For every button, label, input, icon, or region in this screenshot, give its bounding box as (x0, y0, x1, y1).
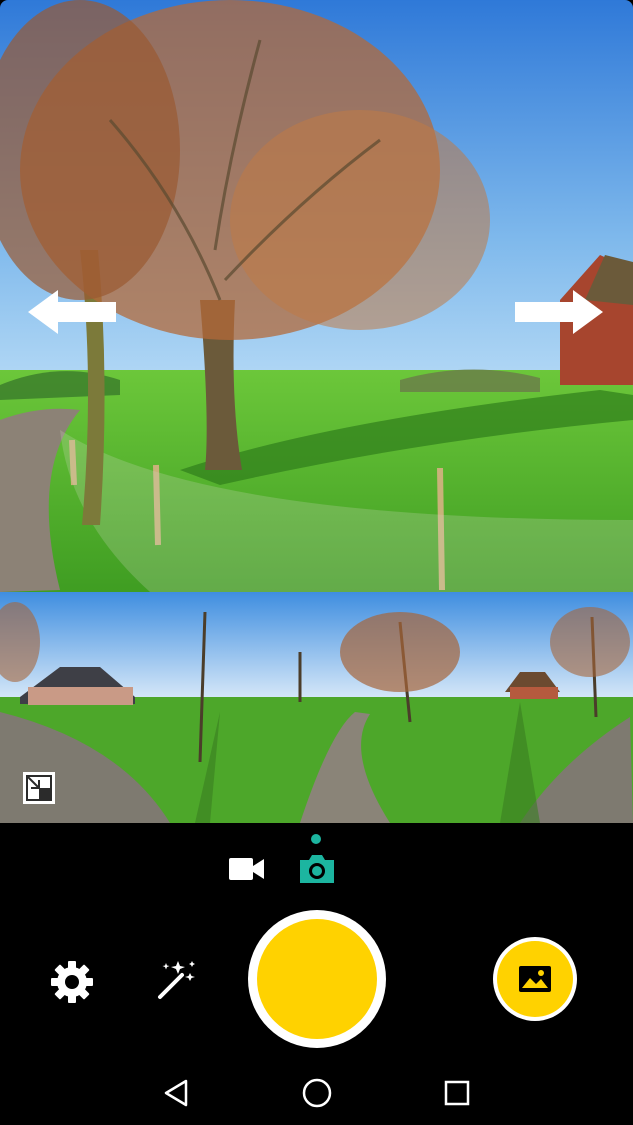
panorama-preview[interactable] (0, 592, 633, 823)
video-camera-icon (229, 858, 264, 880)
expand-icon (23, 772, 55, 804)
image-icon (519, 966, 551, 992)
back-triangle-icon (164, 1079, 188, 1107)
nav-recents-button[interactable] (437, 1073, 477, 1113)
gallery-button-fill (497, 941, 573, 1017)
effects-button[interactable] (152, 955, 200, 1003)
expand-button[interactable] (22, 771, 56, 805)
shutter-button[interactable] (248, 910, 386, 1048)
gallery-button[interactable] (493, 937, 577, 1021)
recents-square-icon (444, 1080, 470, 1106)
arrow-left-icon (28, 290, 116, 334)
panorama-scene (0, 592, 633, 823)
pan-left-arrow[interactable] (28, 288, 116, 336)
photo-mode-button[interactable] (297, 852, 337, 886)
settings-button[interactable] (48, 958, 96, 1006)
nav-home-button[interactable] (297, 1073, 337, 1113)
arrow-right-icon (515, 290, 603, 334)
nav-back-button[interactable] (156, 1073, 196, 1113)
pan-right-arrow[interactable] (515, 288, 603, 336)
video-mode-button[interactable] (226, 852, 266, 886)
shutter-button-fill (257, 919, 377, 1039)
magic-wand-icon (158, 961, 195, 999)
active-mode-indicator (311, 834, 321, 844)
camera-icon (300, 855, 334, 883)
gear-icon (51, 961, 93, 1003)
home-circle-icon (302, 1078, 332, 1108)
